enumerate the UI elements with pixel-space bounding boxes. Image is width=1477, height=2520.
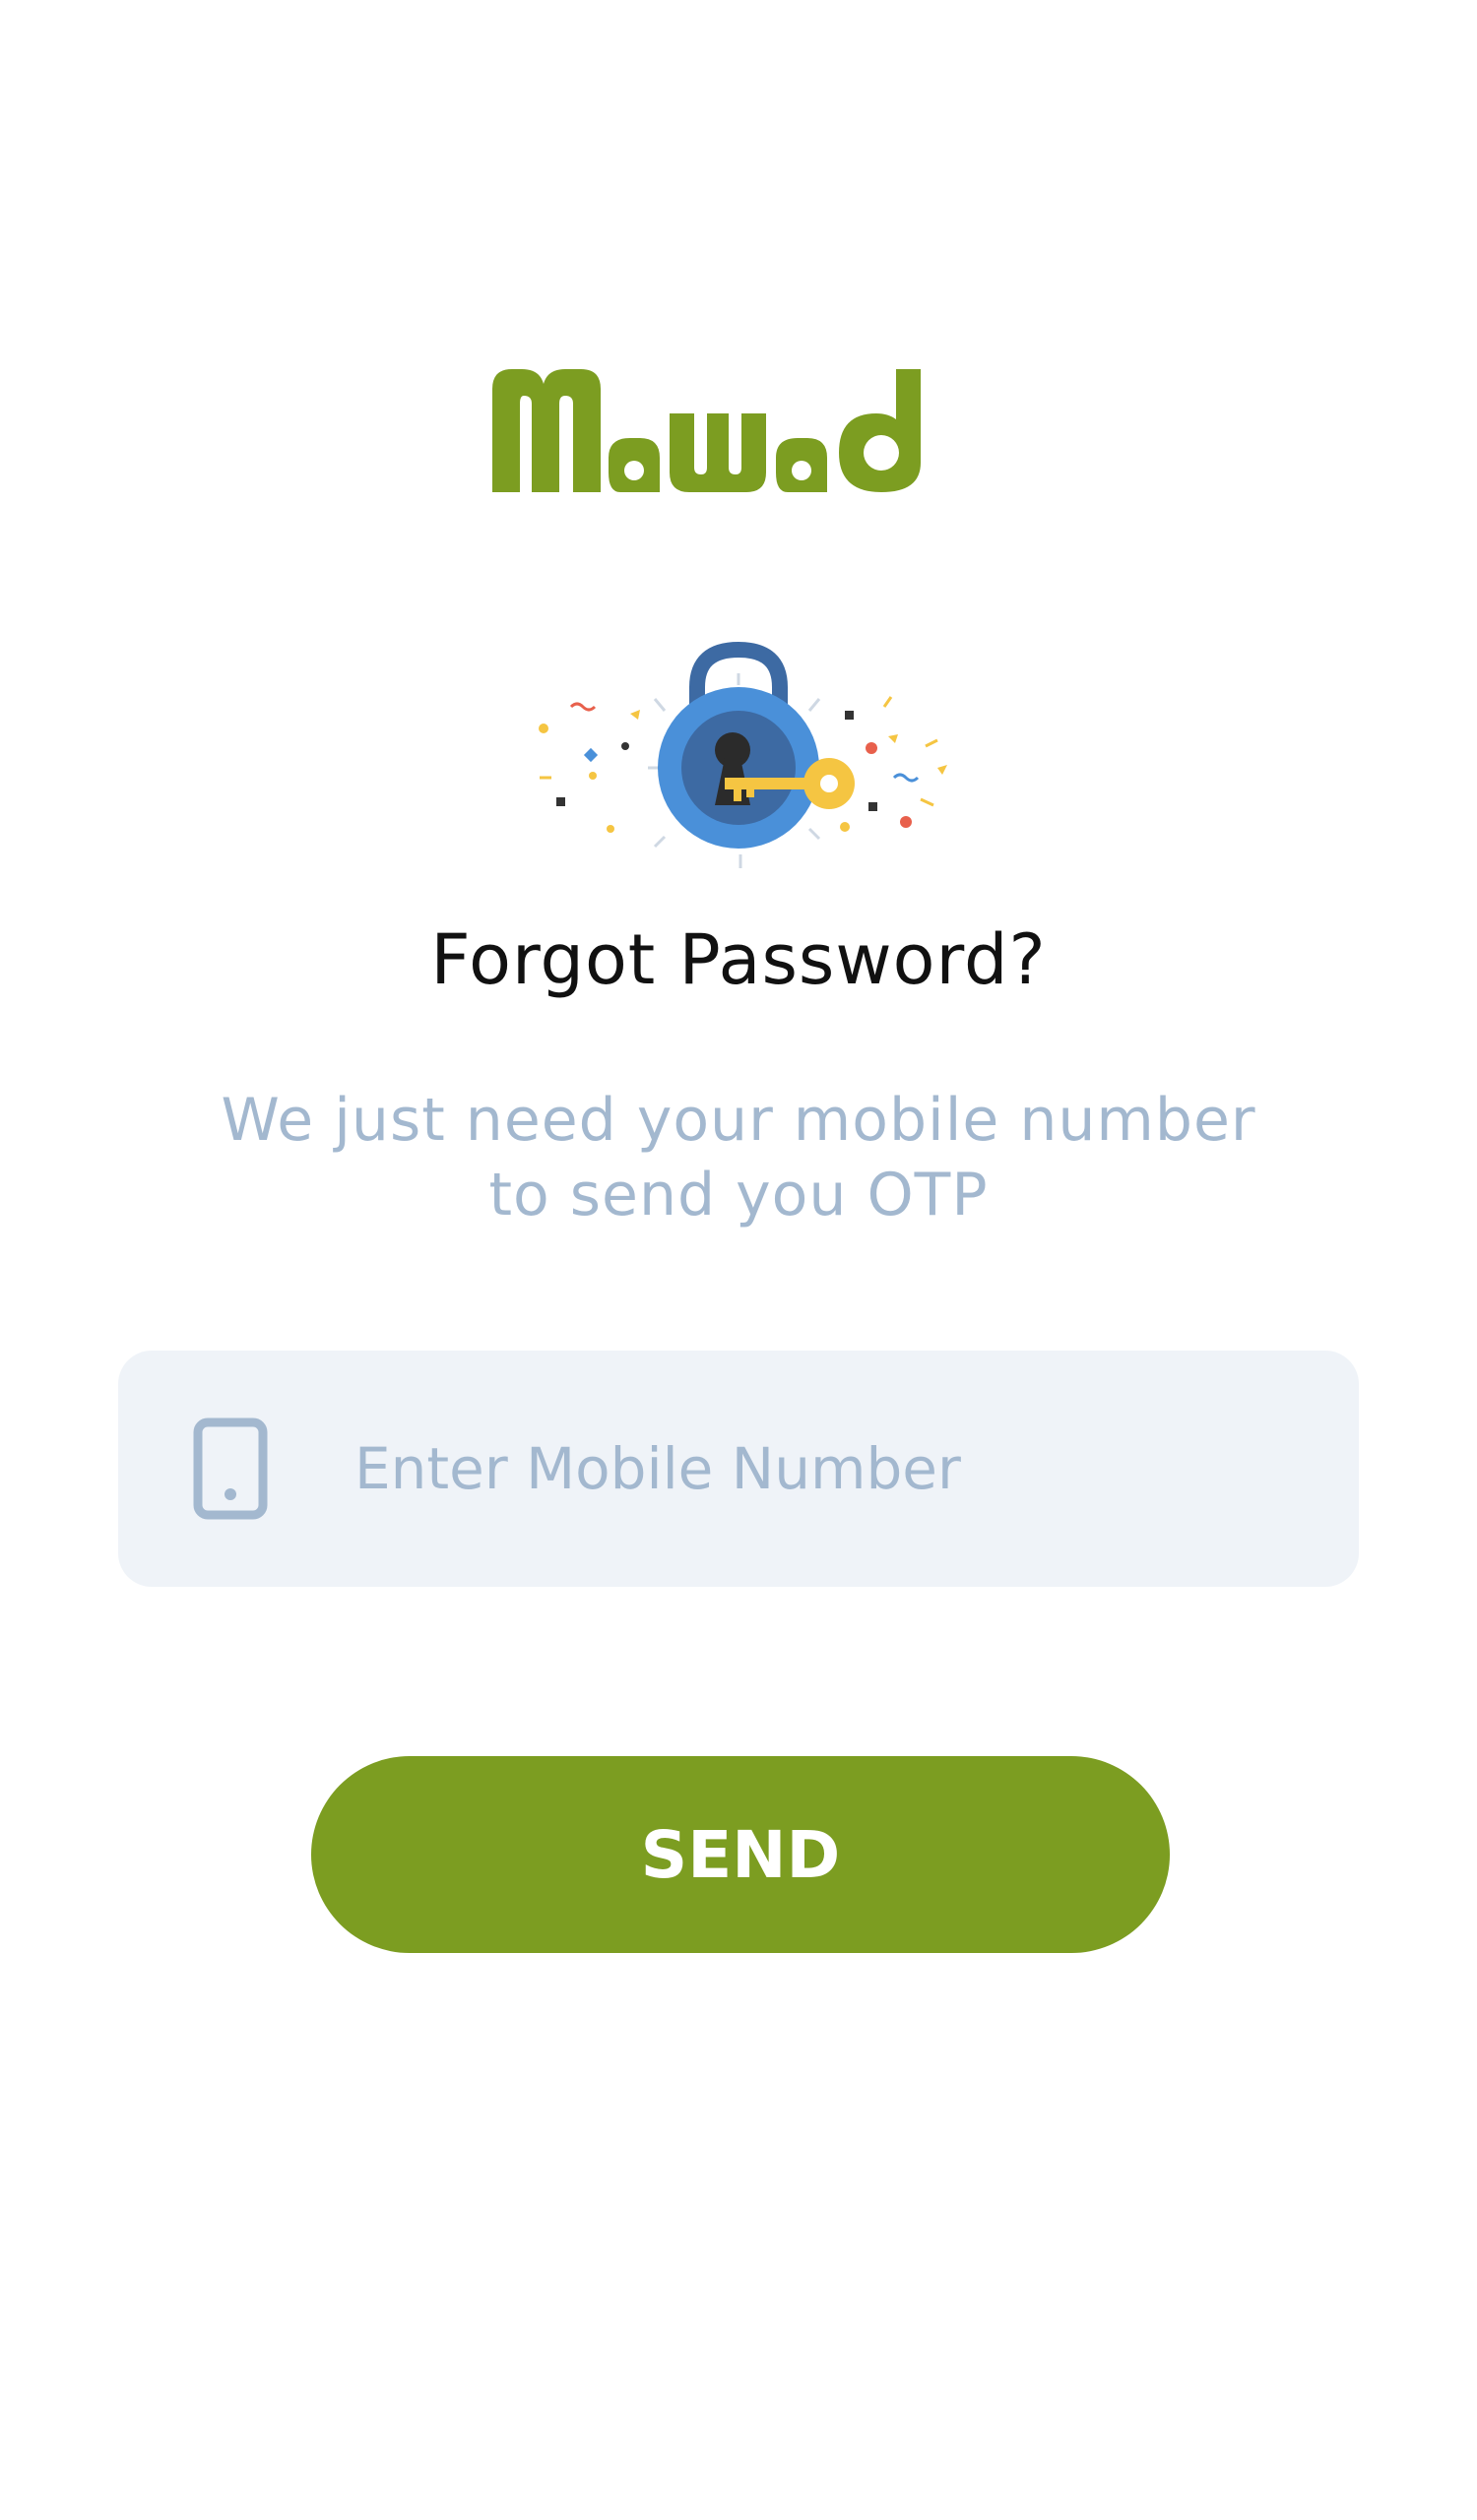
mawad-logo (492, 369, 921, 492)
mobile-number-input[interactable] (354, 1351, 1319, 1587)
mobile-phone-icon (193, 1418, 268, 1520)
subtitle-line-1: We just need your mobile number (221, 1086, 1256, 1155)
send-button[interactable]: SEND (311, 1756, 1170, 1953)
subtitle-line-2: to send you OTP (488, 1161, 989, 1229)
page-title: Forgot Password? (430, 919, 1047, 1000)
page-subtitle: We just need your mobile number to send … (148, 1083, 1329, 1232)
padlock-with-key-icon (539, 641, 947, 868)
mobile-number-field[interactable] (118, 1351, 1359, 1587)
forgot-password-screen: Forgot Password? We just need your mobil… (0, 0, 1477, 2520)
